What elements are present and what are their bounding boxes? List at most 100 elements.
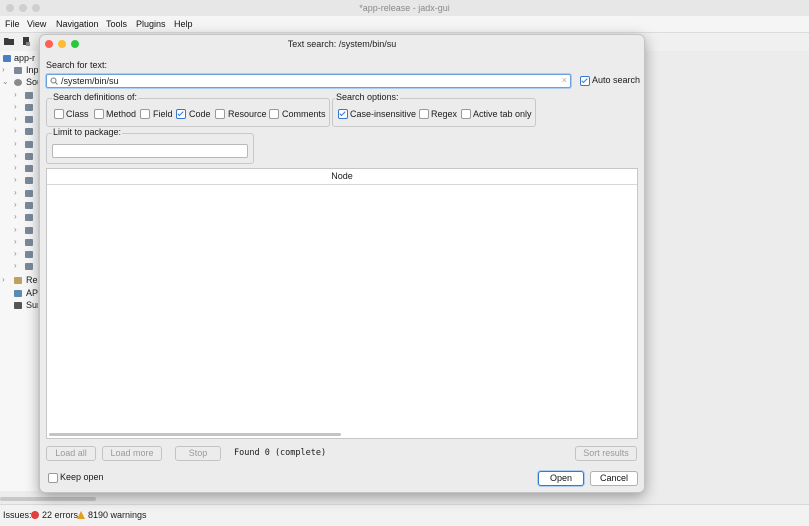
package-input[interactable]: [52, 144, 248, 158]
error-icon: [31, 511, 39, 519]
found-status: Found 0 (complete): [234, 448, 327, 458]
chevron-right-icon: ›: [14, 90, 17, 99]
chevron-right-icon: ›: [14, 237, 17, 246]
results-horizontal-scrollbar[interactable]: [49, 433, 341, 436]
search-input[interactable]: /system/bin/su ×: [46, 74, 571, 88]
menu-tools[interactable]: Tools: [106, 19, 127, 29]
tree-package[interactable]: ›: [0, 139, 38, 151]
package-icon: [25, 190, 33, 197]
tree-package[interactable]: ›: [0, 126, 38, 138]
package-icon: [25, 116, 33, 123]
tree-package[interactable]: ›: [0, 225, 38, 237]
chevron-right-icon: ›: [14, 261, 17, 270]
tree-item-apk-signature[interactable]: APK: [0, 288, 38, 300]
load-more-button[interactable]: Load more: [102, 446, 162, 461]
search-options-label: Search options:: [335, 92, 400, 102]
chevron-right-icon: ›: [14, 225, 17, 234]
apk-signature-icon: [14, 290, 22, 297]
package-icon: [25, 165, 33, 172]
tree-package[interactable]: ›: [0, 188, 38, 200]
search-definitions-label: Search definitions of:: [52, 92, 139, 102]
tree-package[interactable]: ›: [0, 200, 38, 212]
dialog-minimize-button[interactable]: [58, 40, 66, 48]
dialog-close-button[interactable]: [45, 40, 53, 48]
menu-file[interactable]: File: [5, 19, 20, 29]
tree-package[interactable]: ›: [0, 249, 38, 261]
column-header-node[interactable]: Node: [47, 169, 637, 185]
package-icon: [25, 141, 33, 148]
method-checkbox[interactable]: [94, 109, 104, 119]
code-checkbox[interactable]: [176, 109, 186, 119]
tree-package[interactable]: ›: [0, 114, 38, 126]
window-minimize-button[interactable]: [19, 4, 27, 12]
tree-package[interactable]: ›: [0, 237, 38, 249]
chevron-right-icon: ›: [14, 188, 17, 197]
tree-root[interactable]: app-r: [0, 53, 38, 65]
resource-checkbox[interactable]: [215, 109, 225, 119]
tree-item-resources[interactable]: › Res: [0, 275, 38, 287]
keep-open-label: Keep open: [60, 472, 104, 482]
window-close-button[interactable]: [6, 4, 14, 12]
tree-package[interactable]: ›: [0, 102, 38, 114]
tree-item-summary[interactable]: Sun: [0, 300, 38, 312]
tree-horizontal-scrollbar[interactable]: [0, 497, 96, 501]
active-tab-only-checkbox[interactable]: [461, 109, 471, 119]
package-icon: [25, 177, 33, 184]
case-insensitive-checkbox[interactable]: [338, 109, 348, 119]
stop-button[interactable]: Stop: [175, 446, 221, 461]
package-icon: [25, 251, 33, 258]
tree-package[interactable]: ›: [0, 90, 38, 102]
sort-results-button[interactable]: Sort results: [575, 446, 637, 461]
menu-view[interactable]: View: [27, 19, 46, 29]
tree-package[interactable]: ›: [0, 163, 38, 175]
add-file-icon[interactable]: [22, 36, 31, 47]
menu-help[interactable]: Help: [174, 19, 193, 29]
tree-package[interactable]: ›: [0, 151, 38, 163]
class-checkbox[interactable]: [54, 109, 64, 119]
status-bar: Issues: 22 errors 8190 warnings: [0, 504, 809, 526]
dialog-titlebar: Text search: /system/bin/su: [40, 35, 644, 53]
chevron-right-icon: ›: [14, 212, 17, 221]
tree-item-inputs[interactable]: › Inp: [0, 65, 38, 77]
package-icon: [25, 92, 33, 99]
class-label: Class: [66, 109, 89, 119]
chevron-right-icon: ›: [14, 151, 17, 160]
window-zoom-button[interactable]: [32, 4, 40, 12]
regex-checkbox[interactable]: [419, 109, 429, 119]
auto-search-label: Auto search: [592, 75, 641, 85]
tree-package[interactable]: ›: [0, 261, 38, 273]
results-table[interactable]: Node: [46, 168, 638, 439]
dialog-zoom-button[interactable]: [71, 40, 79, 48]
text-search-dialog: Text search: /system/bin/su Search for t…: [39, 34, 645, 493]
cancel-button[interactable]: Cancel: [590, 471, 638, 486]
window-title: *app-release - jadx-gui: [359, 3, 450, 13]
comments-checkbox[interactable]: [269, 109, 279, 119]
comments-label: Comments: [282, 109, 326, 119]
warnings-count[interactable]: 8190 warnings: [88, 510, 147, 520]
auto-search-checkbox[interactable]: [580, 76, 590, 86]
chevron-right-icon: ›: [14, 126, 17, 135]
package-icon: [25, 214, 33, 221]
open-button[interactable]: Open: [538, 471, 584, 486]
errors-count[interactable]: 22 errors: [42, 510, 78, 520]
package-icon: [25, 153, 33, 160]
load-all-button[interactable]: Load all: [46, 446, 96, 461]
tree-package[interactable]: ›: [0, 212, 38, 224]
tree-package[interactable]: ›: [0, 175, 38, 187]
tree-item-source[interactable]: ⌄ Sou: [0, 77, 38, 89]
menu-navigation[interactable]: Navigation: [56, 19, 99, 29]
project-tree: app-r › Inp ⌄ Sou › › › › › › › › › › › …: [0, 51, 38, 491]
chevron-right-icon: ›: [14, 114, 17, 123]
dialog-title: Text search: /system/bin/su: [287, 39, 397, 49]
package-icon: [25, 263, 33, 270]
clear-search-icon[interactable]: ×: [562, 75, 567, 85]
keep-open-checkbox[interactable]: [48, 473, 58, 483]
field-checkbox[interactable]: [140, 109, 150, 119]
chevron-right-icon: ›: [2, 65, 5, 74]
window-titlebar: *app-release - jadx-gui: [0, 0, 809, 16]
menu-plugins[interactable]: Plugins: [136, 19, 166, 29]
project-icon: [3, 55, 11, 62]
chevron-right-icon: ›: [14, 175, 17, 184]
field-label: Field: [153, 109, 173, 119]
open-folder-icon[interactable]: [4, 37, 15, 46]
